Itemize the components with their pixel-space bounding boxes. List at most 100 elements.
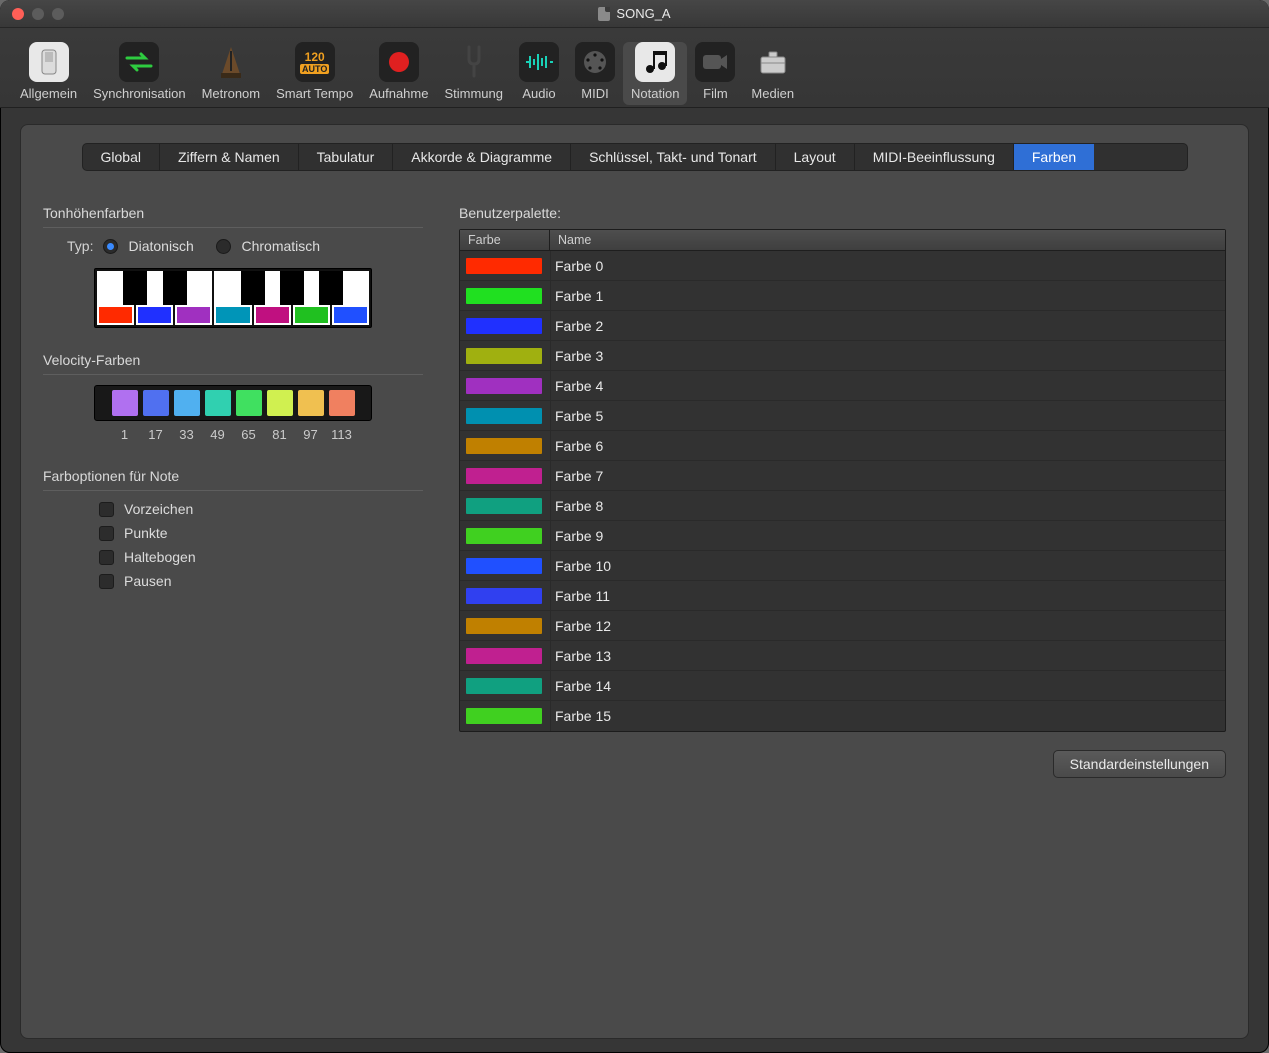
palette-color-name[interactable]: Farbe 11 [550, 581, 1225, 610]
palette-color-name[interactable]: Farbe 8 [550, 491, 1225, 520]
palette-color-name[interactable]: Farbe 15 [550, 701, 1225, 731]
palette-color-swatch[interactable] [466, 348, 542, 364]
velocity-swatch[interactable] [112, 390, 138, 416]
palette-row[interactable]: Farbe 10 [460, 551, 1225, 581]
palette-color-swatch[interactable] [466, 498, 542, 514]
tab-tabulatur[interactable]: Tabulatur [299, 144, 394, 170]
palette-color-name[interactable]: Farbe 3 [550, 341, 1225, 370]
palette-row[interactable]: Farbe 2 [460, 311, 1225, 341]
radio-chromatic[interactable] [216, 239, 231, 254]
tab-midi-beeinflussung[interactable]: MIDI-Beeinflussung [855, 144, 1014, 170]
palette-color-name[interactable]: Farbe 12 [550, 611, 1225, 640]
palette-row[interactable]: Farbe 15 [460, 701, 1225, 731]
palette-row[interactable]: Farbe 4 [460, 371, 1225, 401]
palette-row[interactable]: Farbe 12 [460, 611, 1225, 641]
toolbar-item-stimmung[interactable]: Stimmung [436, 42, 511, 105]
palette-color-swatch[interactable] [466, 318, 542, 334]
palette-row[interactable]: Farbe 13 [460, 641, 1225, 671]
checkbox[interactable] [99, 550, 114, 565]
toolbar-item-metronom[interactable]: Metronom [194, 42, 269, 105]
pitch-color-swatch[interactable] [256, 307, 289, 323]
white-key[interactable] [293, 271, 330, 325]
toolbar-item-smart-tempo[interactable]: 120AUTO Smart Tempo [268, 42, 361, 105]
checkbox[interactable] [99, 502, 114, 517]
velocity-swatch[interactable] [298, 390, 324, 416]
velocity-swatch[interactable] [267, 390, 293, 416]
palette-color-name[interactable]: Farbe 0 [550, 251, 1225, 280]
pitch-color-swatch[interactable] [99, 307, 132, 323]
palette-color-name[interactable]: Farbe 10 [550, 551, 1225, 580]
palette-row[interactable]: Farbe 3 [460, 341, 1225, 371]
palette-color-swatch[interactable] [466, 408, 542, 424]
pitch-color-swatch[interactable] [295, 307, 328, 323]
pitch-color-swatch[interactable] [138, 307, 171, 323]
tab-farben[interactable]: Farben [1014, 144, 1094, 170]
velocity-swatch[interactable] [329, 390, 355, 416]
palette-color-name[interactable]: Farbe 1 [550, 281, 1225, 310]
palette-header-name[interactable]: Name [550, 230, 1225, 250]
palette-color-swatch[interactable] [466, 678, 542, 694]
tab-layout[interactable]: Layout [776, 144, 855, 170]
palette-color-swatch[interactable] [466, 438, 542, 454]
defaults-button[interactable]: Standardeinstellungen [1053, 750, 1226, 778]
palette-color-swatch[interactable] [466, 618, 542, 634]
palette-row[interactable]: Farbe 11 [460, 581, 1225, 611]
palette-header-color[interactable]: Farbe [460, 230, 550, 250]
white-key[interactable] [136, 271, 173, 325]
palette-color-name[interactable]: Farbe 9 [550, 521, 1225, 550]
palette-color-name[interactable]: Farbe 14 [550, 671, 1225, 700]
toolbar-item-film[interactable]: Film [687, 42, 743, 105]
tab-ziffern[interactable]: Ziffern & Namen [160, 144, 299, 170]
document-icon [598, 7, 610, 21]
checkbox[interactable] [99, 526, 114, 541]
palette-row[interactable]: Farbe 6 [460, 431, 1225, 461]
white-key[interactable] [97, 271, 134, 325]
pitch-color-swatch[interactable] [216, 307, 249, 323]
white-key[interactable] [254, 271, 291, 325]
palette-color-swatch[interactable] [466, 528, 542, 544]
palette-color-name[interactable]: Farbe 2 [550, 311, 1225, 340]
palette-row[interactable]: Farbe 9 [460, 521, 1225, 551]
white-key[interactable] [214, 271, 251, 325]
palette-color-swatch[interactable] [466, 588, 542, 604]
checkbox[interactable] [99, 574, 114, 589]
pitch-color-swatch[interactable] [334, 307, 367, 323]
palette-color-swatch[interactable] [466, 258, 542, 274]
palette-color-swatch[interactable] [466, 288, 542, 304]
toolbar-item-synchronisation[interactable]: Synchronisation [85, 42, 194, 105]
palette-color-name[interactable]: Farbe 7 [550, 461, 1225, 490]
toolbar-item-medien[interactable]: Medien [743, 42, 802, 105]
palette-color-swatch[interactable] [466, 378, 542, 394]
palette-row[interactable]: Farbe 7 [460, 461, 1225, 491]
toolbar-item-allgemein[interactable]: Allgemein [12, 42, 85, 105]
velocity-swatch[interactable] [143, 390, 169, 416]
palette-row[interactable]: Farbe 14 [460, 671, 1225, 701]
tab-akkorde[interactable]: Akkorde & Diagramme [393, 144, 571, 170]
white-key[interactable] [175, 271, 212, 325]
toolbar-item-midi[interactable]: MIDI [567, 42, 623, 105]
velocity-swatch[interactable] [205, 390, 231, 416]
velocity-swatch[interactable] [174, 390, 200, 416]
toolbar-item-aufnahme[interactable]: Aufnahme [361, 42, 436, 105]
velocity-swatch[interactable] [236, 390, 262, 416]
tab-global[interactable]: Global [83, 144, 160, 170]
keyboard-diagram[interactable] [94, 268, 372, 328]
toolbar-item-notation[interactable]: Notation [623, 42, 687, 105]
tab-schluessel[interactable]: Schlüssel, Takt- und Tonart [571, 144, 776, 170]
white-key[interactable] [332, 271, 369, 325]
palette-color-swatch[interactable] [466, 708, 542, 724]
palette-row[interactable]: Farbe 1 [460, 281, 1225, 311]
palette-row[interactable]: Farbe 0 [460, 251, 1225, 281]
palette-color-swatch[interactable] [466, 468, 542, 484]
pitch-color-swatch[interactable] [177, 307, 210, 323]
palette-color-swatch[interactable] [466, 648, 542, 664]
palette-color-name[interactable]: Farbe 4 [550, 371, 1225, 400]
palette-color-swatch[interactable] [466, 558, 542, 574]
palette-color-name[interactable]: Farbe 5 [550, 401, 1225, 430]
palette-color-name[interactable]: Farbe 6 [550, 431, 1225, 460]
toolbar-item-audio[interactable]: Audio [511, 42, 567, 105]
palette-row[interactable]: Farbe 5 [460, 401, 1225, 431]
palette-color-name[interactable]: Farbe 13 [550, 641, 1225, 670]
palette-row[interactable]: Farbe 8 [460, 491, 1225, 521]
radio-diatonic[interactable] [103, 239, 118, 254]
